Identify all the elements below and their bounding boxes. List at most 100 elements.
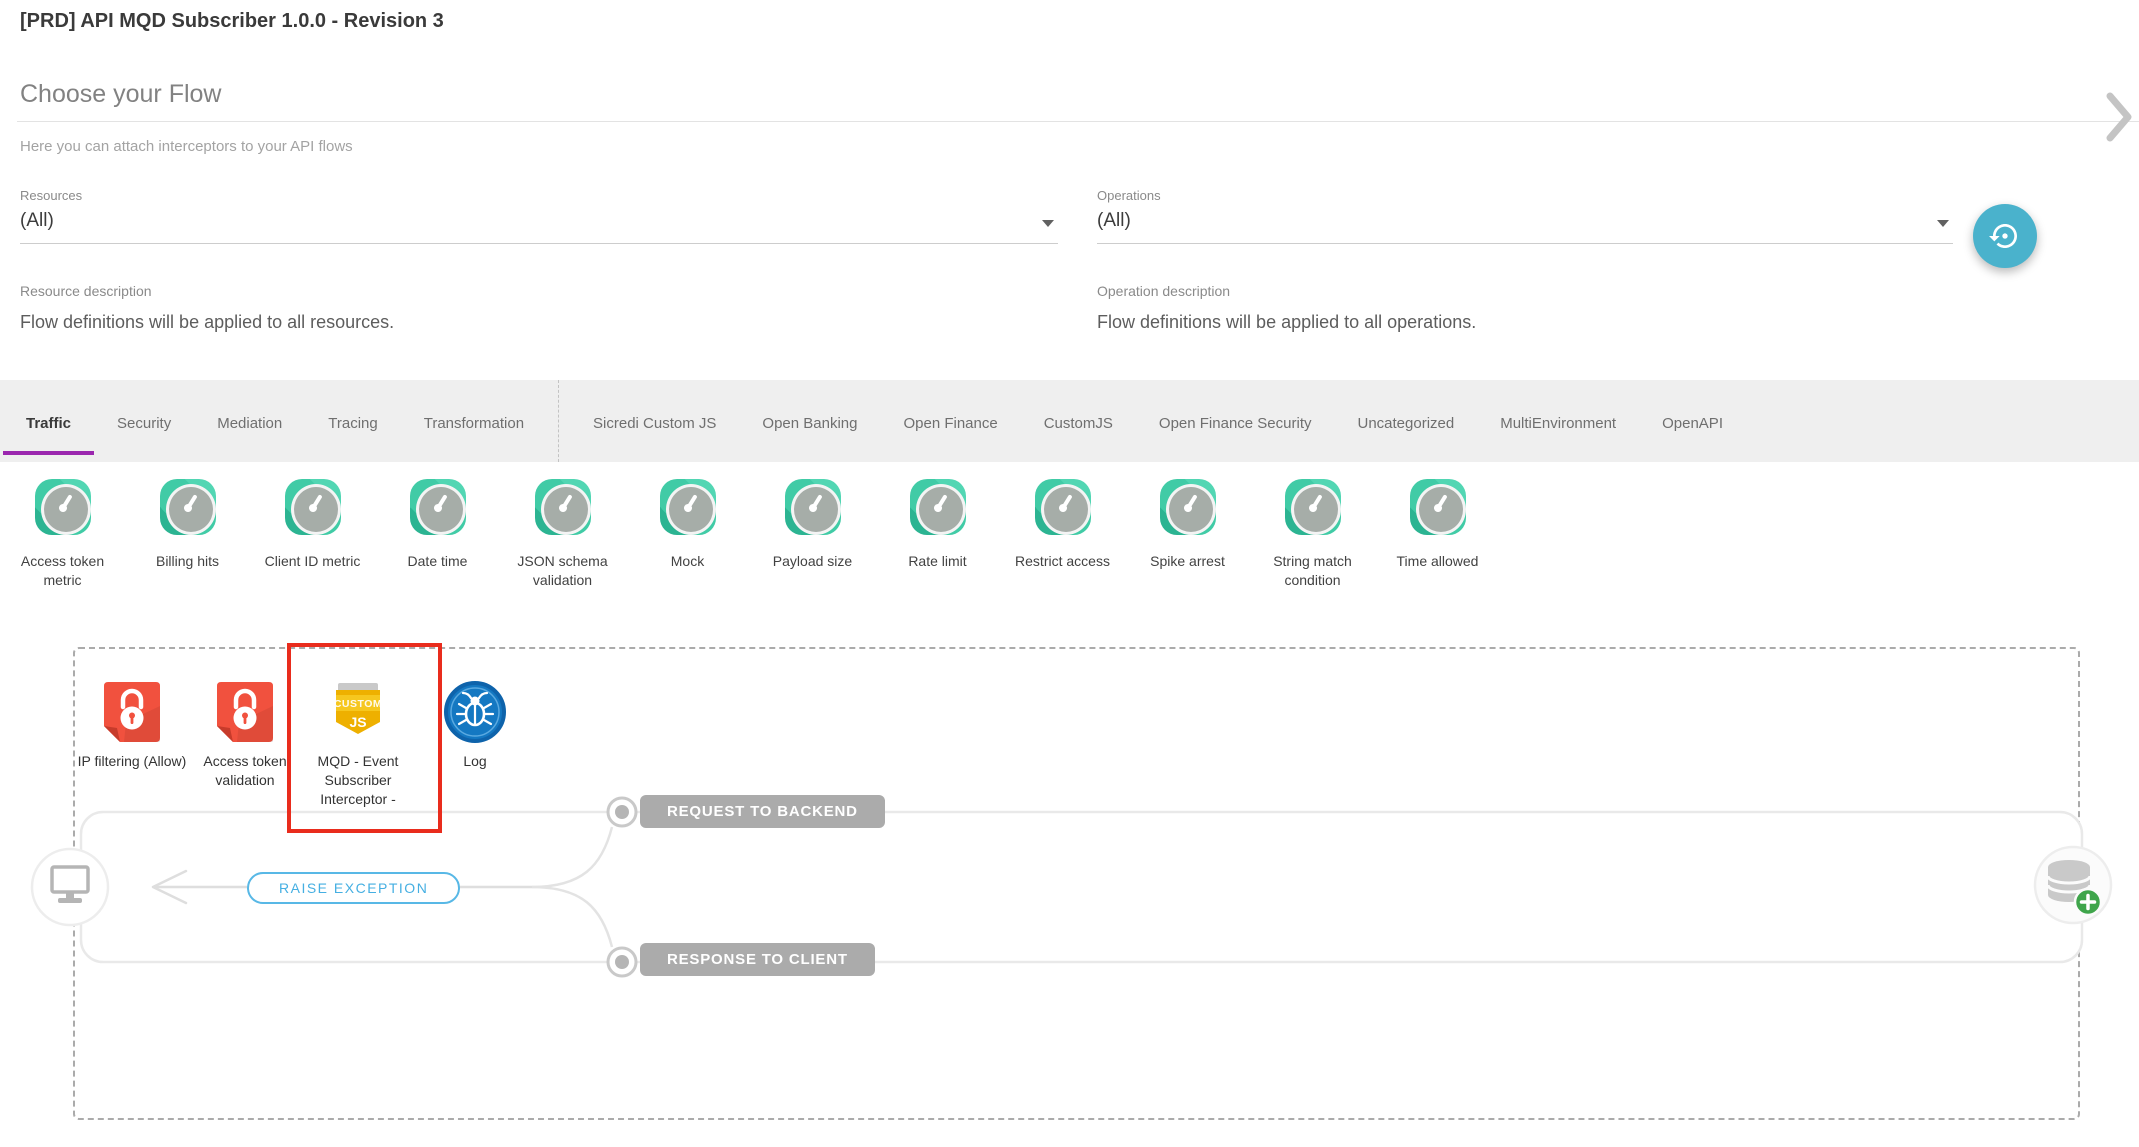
category-tab[interactable]: Security (94, 380, 194, 462)
resources-select-label: Resources (20, 188, 1058, 203)
flow-interceptor-label: IP filtering (Allow) (78, 752, 187, 771)
operations-select-label: Operations (1097, 188, 1953, 203)
svg-text:JS: JS (349, 714, 366, 730)
operation-description-label: Operation description (1097, 283, 1230, 299)
palette-interceptor-label: Payload size (773, 552, 852, 571)
raise-exception-badge[interactable]: RAISE EXCEPTION (247, 872, 460, 904)
resources-select-value: (All) (20, 210, 54, 231)
section-heading: Choose your Flow (20, 80, 221, 109)
category-tab[interactable]: Open Banking (739, 380, 880, 462)
gauge-icon (1410, 479, 1466, 535)
palette-interceptor[interactable]: Time allowed (1375, 462, 1500, 620)
palette-interceptor-label: Date time (408, 552, 468, 571)
palette-interceptor[interactable]: Payload size (750, 462, 875, 620)
response-to-client-badge[interactable]: RESPONSE TO CLIENT (640, 943, 875, 976)
tab-label: Open Banking (762, 411, 857, 432)
gauge-icon (1160, 479, 1216, 535)
category-tab[interactable]: Sicredi Custom JS (570, 380, 739, 462)
gauge-icon (1035, 479, 1091, 535)
interceptor-palette: Access token metric Billing hits Client … (0, 462, 2139, 620)
palette-interceptor[interactable]: Rate limit (875, 462, 1000, 620)
tab-label: Transformation (424, 411, 524, 432)
tab-label: Security (117, 411, 171, 432)
resource-description-label: Resource description (20, 283, 152, 299)
gauge-icon (785, 479, 841, 535)
palette-interceptor-label: Access token metric (4, 552, 122, 590)
palette-interceptor[interactable]: String match condition (1250, 462, 1375, 620)
flow-interceptor-label: MQD - Event Subscriber Interceptor - (298, 752, 418, 809)
gauge-icon (1285, 479, 1341, 535)
palette-interceptor[interactable]: JSON schema validation (500, 462, 625, 620)
gauge-icon (285, 479, 341, 535)
palette-interceptor[interactable]: Mock (625, 462, 750, 620)
palette-interceptor[interactable]: Restrict access (1000, 462, 1125, 620)
gauge-icon (535, 479, 591, 535)
category-tab[interactable]: Open Finance (880, 380, 1020, 462)
tab-label: Open Finance Security (1159, 411, 1312, 432)
category-tab[interactable]: MultiEnvironment (1477, 380, 1639, 462)
flow-interceptor[interactable]: CUSTOM JS (185, 680, 305, 790)
palette-interceptor[interactable]: Client ID metric (250, 462, 375, 620)
lock-icon (213, 680, 277, 744)
tab-group-divider (558, 380, 559, 462)
palette-interceptor[interactable]: Billing hits (125, 462, 250, 620)
palette-interceptor[interactable]: Spike arrest (1125, 462, 1250, 620)
gauge-icon (660, 479, 716, 535)
category-tab[interactable]: Open Finance Security (1136, 380, 1335, 462)
palette-interceptor[interactable]: Access token metric (0, 462, 125, 620)
svg-text:CUSTOM: CUSTOM (334, 698, 382, 710)
category-tab[interactable]: Transformation (401, 380, 547, 462)
flow-canvas: CUSTOM JS (0, 620, 2139, 1147)
resources-select[interactable]: Resources (All) (20, 188, 1058, 244)
resource-description: Flow definitions will be applied to all … (20, 312, 394, 333)
chevron-right-icon (2105, 92, 2133, 142)
category-tab[interactable]: OpenAPI (1639, 380, 1746, 462)
gauge-icon (410, 479, 466, 535)
palette-interceptor-label: Restrict access (1015, 552, 1110, 571)
tab-label: Traffic (26, 411, 71, 432)
gauge-icon (160, 479, 216, 535)
primary-tab-group: Traffic Security Mediation Tracing Trans… (3, 380, 547, 462)
category-tab[interactable]: Mediation (194, 380, 305, 462)
palette-interceptor-label: Billing hits (156, 552, 219, 571)
flow-editor-page: [PRD] API MQD Subscriber 1.0.0 - Revisio… (0, 0, 2139, 1147)
chevron-down-icon (1937, 220, 1949, 227)
tab-label: Mediation (217, 411, 282, 432)
lock-icon (100, 680, 164, 744)
operations-select[interactable]: Operations (All) (1097, 188, 1953, 244)
history-restore-icon (1989, 220, 2021, 252)
palette-interceptor[interactable]: Date time (375, 462, 500, 620)
gauge-icon (35, 479, 91, 535)
category-tab[interactable]: Tracing (305, 380, 400, 462)
section-subheading: Here you can attach interceptors to your… (20, 138, 353, 155)
custom-js-icon: CUSTOM JS (326, 680, 390, 744)
tab-label: MultiEnvironment (1500, 411, 1616, 432)
flow-interceptor[interactable]: CUSTOM JS (298, 680, 418, 809)
operation-description: Flow definitions will be applied to all … (1097, 312, 1476, 333)
custom-tab-group: Sicredi Custom JS Open Banking Open Fina… (570, 380, 1746, 462)
tab-label: Tracing (328, 411, 377, 432)
bug-icon (443, 680, 507, 744)
restore-history-button[interactable] (1973, 204, 2037, 268)
category-tab[interactable]: Uncategorized (1334, 380, 1477, 462)
tab-label: Uncategorized (1357, 411, 1454, 432)
request-to-backend-badge[interactable]: REQUEST TO BACKEND (640, 795, 885, 828)
tab-label: Sicredi Custom JS (593, 411, 716, 432)
heading-divider (17, 121, 2139, 122)
palette-scroll-right-button[interactable] (2105, 92, 2133, 142)
flow-interceptor[interactable]: CUSTOM JS (415, 680, 535, 771)
page-title: [PRD] API MQD Subscriber 1.0.0 - Revisio… (20, 10, 444, 33)
palette-interceptor-label: Rate limit (908, 552, 966, 571)
tab-label: Open Finance (903, 411, 997, 432)
palette-interceptor-label: JSON schema validation (504, 552, 622, 590)
chevron-down-icon (1042, 220, 1054, 227)
category-tab[interactable]: Traffic (3, 380, 94, 462)
gauge-icon (910, 479, 966, 535)
palette-interceptor-label: String match condition (1254, 552, 1372, 590)
palette-interceptor-label: Client ID metric (265, 552, 361, 571)
tab-label: OpenAPI (1662, 411, 1723, 432)
category-tab[interactable]: CustomJS (1021, 380, 1136, 462)
flow-interceptor[interactable]: CUSTOM JS (72, 680, 192, 771)
operations-select-value: (All) (1097, 210, 1131, 231)
palette-interceptor-label: Mock (671, 552, 704, 571)
